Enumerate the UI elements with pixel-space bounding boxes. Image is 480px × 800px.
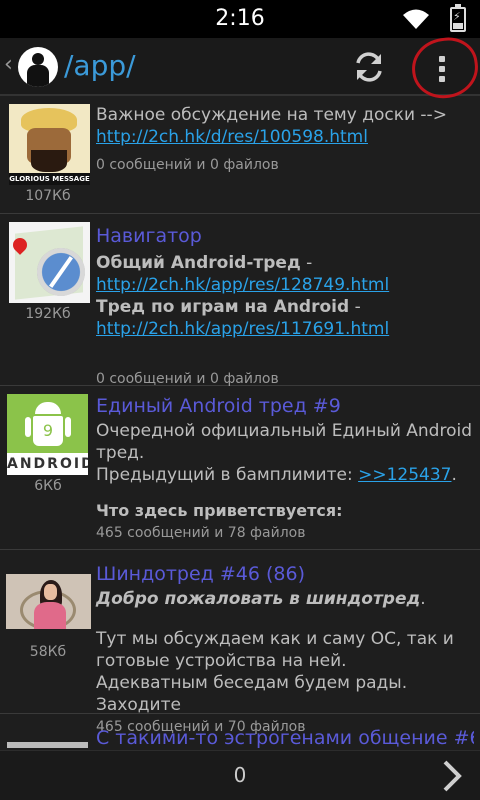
thread-subject: Единый Android тред #9: [96, 395, 341, 417]
thread-item[interactable]: GLORIOUS MESSAGE PROPHET! 107Кб Важное о…: [0, 96, 480, 214]
thread-text: Тред по играм на Android - http://2ch.hk…: [96, 297, 390, 339]
thread-item[interactable]: 192Кб Навигатор Общий Android-тред - htt…: [0, 214, 480, 387]
chevron-left-icon[interactable]: ‹: [4, 52, 13, 77]
battery-icon: ⚡: [450, 4, 466, 32]
thread-link[interactable]: http://2ch.hk/app/res/128749.html: [96, 275, 389, 295]
thumbnail-size: 6Кб: [34, 478, 62, 494]
status-bar: 2:16 ⚡: [0, 0, 480, 38]
thread-link[interactable]: http://2ch.hk/app/res/117691.html: [96, 319, 389, 339]
board-title: /app/: [64, 49, 136, 82]
annotation-circle: [408, 33, 480, 103]
thread-text: Важное обсуждение на тему доски --> http…: [96, 105, 447, 147]
thumbnail-size: 107Кб: [25, 188, 71, 204]
thread-text: Предыдущий в бамплимите: >>125437.: [96, 465, 457, 485]
thread-text: Адекватным беседам будем рады. Заходите: [96, 673, 408, 715]
thumbnail-size: 58Кб: [29, 644, 67, 660]
thread-thumbnail[interactable]: [6, 574, 91, 629]
thread-thumbnail[interactable]: 9 ANDROID: [7, 394, 88, 475]
refresh-icon[interactable]: [352, 50, 386, 84]
thread-text: Общий Android-тред - http://2ch.hk/app/r…: [96, 253, 390, 295]
thread-subject: Навигатор: [96, 225, 202, 247]
board-logo[interactable]: [18, 47, 58, 87]
thread-thumbnail[interactable]: [7, 742, 88, 748]
thread-text: Очередной официальный Единый Android тре…: [96, 421, 473, 463]
wifi-icon: [403, 9, 429, 29]
thread-subject: Шиндотред #46 (86): [96, 563, 305, 585]
chevron-right-icon[interactable]: [440, 759, 466, 793]
thread-item[interactable]: 9 ANDROID 6Кб Единый Android тред #9 Оче…: [0, 386, 480, 550]
thread-item[interactable]: 58Кб Шиндотред #46 (86) Добро пожаловать…: [0, 550, 480, 735]
thread-list[interactable]: GLORIOUS MESSAGE PROPHET! 107Кб Важное о…: [0, 96, 480, 750]
thread-thumbnail[interactable]: [9, 222, 90, 303]
thread-counts: 0 сообщений и 0 файлов: [96, 157, 279, 173]
thread-link[interactable]: http://2ch.hk/d/res/100598.html: [96, 127, 368, 147]
thread-subject: С такими-то эстрогенами общение #6: [96, 727, 474, 749]
action-bar: ‹ /app/: [0, 33, 480, 103]
thread-text: Что здесь приветствуется:: [96, 501, 343, 520]
bottom-bar: 0: [0, 750, 480, 800]
thread-text: Добро пожаловать в шиндотред.: [96, 589, 426, 609]
thread-text: Тут мы обсуждаем как и саму ОС, так и го…: [96, 629, 454, 671]
thread-item[interactable]: С такими-то эстрогенами общение #6: [0, 714, 480, 750]
thread-counts: 465 сообщений и 78 файлов: [96, 525, 306, 541]
reply-link[interactable]: >>125437: [358, 465, 451, 485]
thumbnail-size: 192Кб: [25, 306, 71, 322]
page-number: 0: [233, 763, 247, 787]
thread-thumbnail[interactable]: GLORIOUS MESSAGE PROPHET!: [9, 104, 90, 185]
